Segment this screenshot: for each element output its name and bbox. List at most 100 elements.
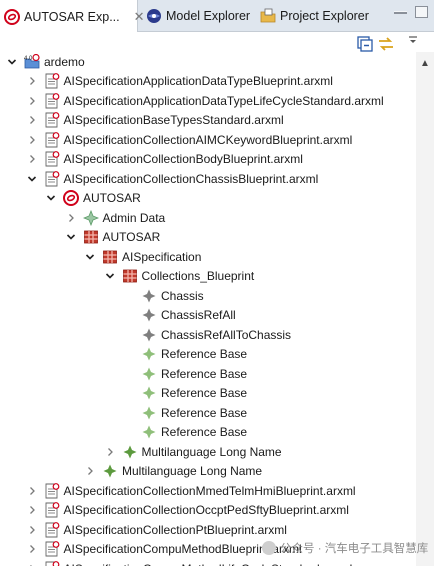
tree-item[interactable]: ChassisRefAll xyxy=(123,306,236,326)
link-with-editor-icon[interactable] xyxy=(377,35,395,53)
scroll-up-icon[interactable]: ▲ xyxy=(420,58,430,69)
tree-item[interactable]: AISpecificationCollectionBodyBlueprint.a… xyxy=(26,150,303,170)
tab-label: Model Explorer xyxy=(166,9,251,23)
project-folder-icon: 4.0 xyxy=(24,53,40,70)
tree-item[interactable]: AISpecificationApplicationDataTypeLifeCy… xyxy=(26,91,384,111)
tree-item-label: ChassisRefAll xyxy=(161,308,236,323)
tree-item-label: ardemo xyxy=(44,54,85,69)
tree-item[interactable]: 4.0 ardemo xyxy=(6,52,85,72)
tree-item[interactable]: Reference Base xyxy=(123,364,247,384)
tree-item[interactable]: AISpecificationCollectionAIMCKeywordBlue… xyxy=(26,130,353,150)
tree-item[interactable]: AISpecificationApplicationDataTypeBluepr… xyxy=(26,72,333,92)
tree-item[interactable]: ChassisRefAllToChassis xyxy=(123,325,291,345)
tree-item-label: AISpecificationCollectionAIMCKeywordBlue… xyxy=(63,132,353,147)
chevron-down-icon[interactable] xyxy=(84,251,96,263)
tree-item[interactable]: AISpecificationCollectionChassisBlueprin… xyxy=(26,169,319,189)
tree-item[interactable]: Reference Base xyxy=(123,384,247,404)
chevron-right-icon[interactable] xyxy=(84,465,96,477)
chevron-down-icon[interactable] xyxy=(45,192,57,204)
tab-project-explorer[interactable]: Project Explorer xyxy=(256,0,376,32)
collapse-all-icon[interactable] xyxy=(356,35,374,53)
chevron-right-icon[interactable] xyxy=(26,134,38,146)
watermark: 公众号 · 汽车电子工具智慧库 xyxy=(262,540,428,556)
reference-base-icon xyxy=(141,405,157,421)
chevron-down-icon[interactable] xyxy=(6,56,18,68)
tree-item[interactable]: Reference Base xyxy=(123,403,247,423)
tree-item[interactable]: Reference Base xyxy=(123,345,247,365)
chevron-right-icon[interactable] xyxy=(26,114,38,126)
chevron-right-icon[interactable] xyxy=(26,543,38,555)
chevron-right-icon[interactable] xyxy=(26,524,38,536)
view-menu-icon[interactable] xyxy=(408,34,418,48)
watermark-text: 公众号 · 汽车电子工具智慧库 xyxy=(280,543,429,555)
tree-item-label: AISpecificationCollectionChassisBlueprin… xyxy=(63,171,319,186)
tree-item-label: AUTOSAR xyxy=(102,230,161,245)
arxml-file-icon xyxy=(44,112,60,128)
minimize-icon[interactable] xyxy=(394,11,407,14)
arxml-file-icon xyxy=(44,541,60,557)
vertical-scrollbar[interactable]: ▲ xyxy=(416,52,434,566)
view-window-controls xyxy=(394,6,428,18)
chevron-right-icon[interactable] xyxy=(26,95,38,107)
chevron-down-icon[interactable] xyxy=(104,270,116,282)
tree-item[interactable]: AUTOSAR xyxy=(45,189,141,209)
tab-model-explorer[interactable]: Model Explorer xyxy=(142,0,254,32)
tree-item[interactable]: Admin Data xyxy=(65,208,166,228)
chevron-down-icon[interactable] xyxy=(26,173,38,185)
chevron-right-icon[interactable] xyxy=(65,212,77,224)
maximize-icon[interactable] xyxy=(415,6,428,18)
autosar-icon xyxy=(63,190,79,207)
arxml-file-icon xyxy=(44,521,60,538)
long-name-icon xyxy=(102,463,118,479)
chevron-right-icon[interactable] xyxy=(26,504,38,516)
arxml-file-icon xyxy=(44,151,60,167)
tree-item-label: AISpecificationCollectionBodyBlueprint.a… xyxy=(63,152,303,167)
tree-item-label: AISpecificationApplicationDataTypeBluepr… xyxy=(63,74,333,89)
tree-item[interactable]: AUTOSAR xyxy=(65,228,161,248)
arxml-file-icon xyxy=(44,170,60,187)
tree-item[interactable]: Chassis xyxy=(123,286,204,306)
chevron-right-icon[interactable] xyxy=(26,153,38,165)
tree-item[interactable]: Multilanguage Long Name xyxy=(84,462,262,482)
tree-item[interactable]: AISpecificationCollectionOccptPedSftyBlu… xyxy=(26,501,349,521)
chevron-down-icon[interactable] xyxy=(65,231,77,243)
admin-data-icon xyxy=(82,209,99,226)
tree-item[interactable]: AISpecificationCollectionMmedTelmHmiBlue… xyxy=(26,481,356,501)
tree-item[interactable]: AISpecification xyxy=(84,247,201,267)
tree-item[interactable]: Multilanguage Long Name xyxy=(104,442,282,462)
element-icon xyxy=(141,288,157,304)
tree-item[interactable]: Reference Base xyxy=(123,423,247,443)
tree-item[interactable]: Collections_Blueprint xyxy=(104,267,254,287)
arxml-file-icon xyxy=(44,73,60,89)
chevron-right-icon[interactable] xyxy=(26,75,38,87)
arxml-file-icon xyxy=(44,502,60,518)
tree-item[interactable]: AISpecificationCompuMethodBlueprint.arxm… xyxy=(26,540,302,560)
tree-item-label: Reference Base xyxy=(161,347,248,362)
tree-item-label: AISpecificationCompuMethodLifeCycleStand… xyxy=(64,561,353,566)
tree-item-label: Admin Data xyxy=(102,210,166,225)
chevron-right-icon[interactable] xyxy=(104,446,116,458)
chevron-right-icon[interactable] xyxy=(26,485,38,497)
tree-item[interactable]: AISpecificationCompuMethodLifeCycleStand… xyxy=(26,559,353,566)
tree-item[interactable]: AISpecificationCollectionPtBlueprint.arx… xyxy=(26,520,287,540)
tab-label: Project Explorer xyxy=(280,9,369,23)
arxml-file-icon xyxy=(44,560,60,566)
tab-autosar-explorer[interactable]: AUTOSAR Exp... ✕ xyxy=(0,0,145,33)
tree-item-label: ChassisRefAllToChassis xyxy=(161,327,292,342)
element-icon xyxy=(141,327,157,343)
element-icon xyxy=(141,307,157,323)
tree-item-label: Multilanguage Long Name xyxy=(141,444,282,459)
svg-text:4.0: 4.0 xyxy=(24,56,33,62)
model-explorer-icon xyxy=(146,8,162,24)
tree-item-label: AISpecificationCollectionPtBlueprint.arx… xyxy=(63,522,287,537)
tree-item[interactable]: AISpecificationBaseTypesStandard.arxml xyxy=(26,111,284,131)
tree-item-label: AUTOSAR xyxy=(83,191,141,206)
tree-item-label: Reference Base xyxy=(161,405,248,420)
tree-item-label: Multilanguage Long Name xyxy=(122,464,263,479)
